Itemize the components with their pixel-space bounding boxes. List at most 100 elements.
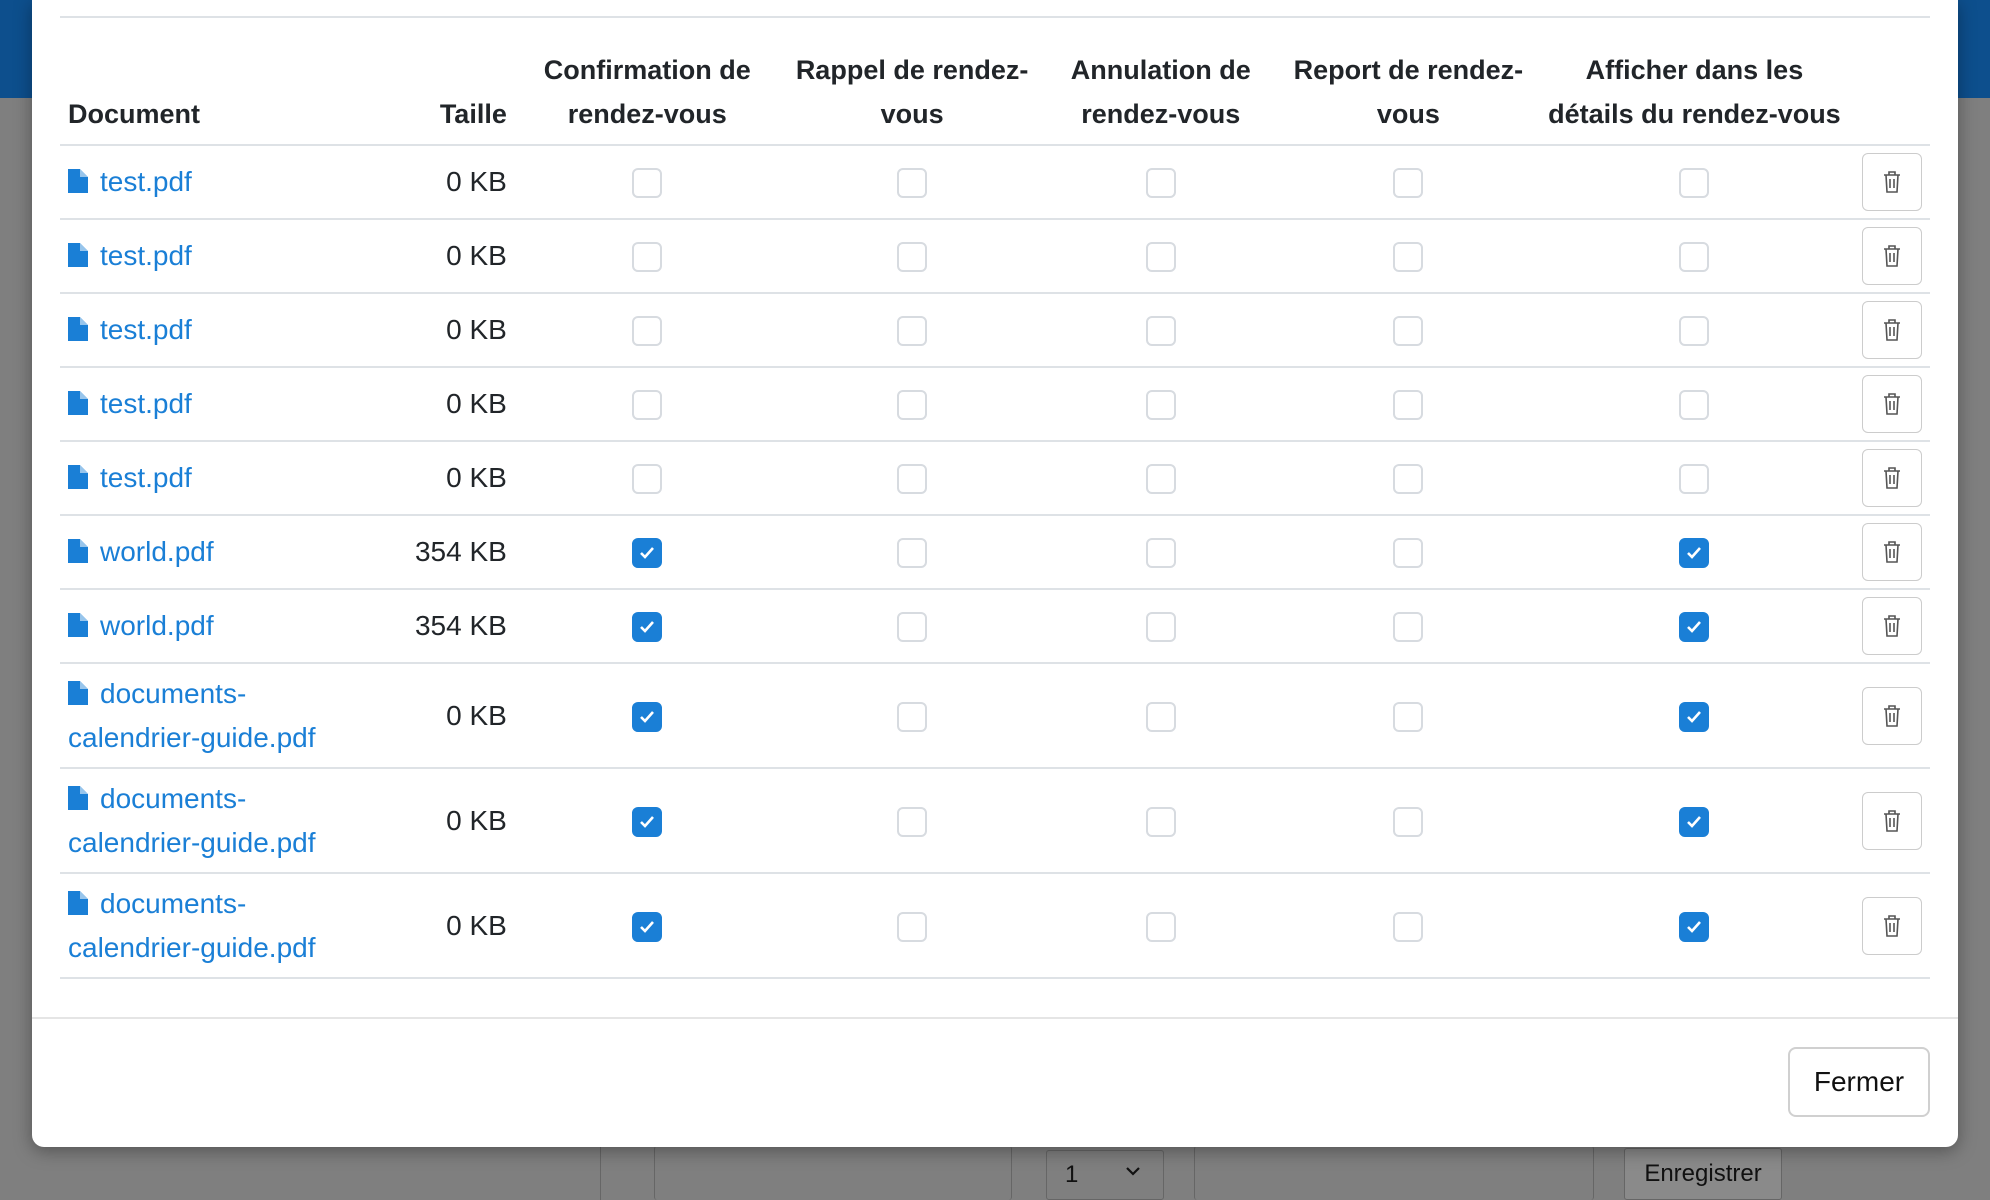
check-icon <box>640 710 655 723</box>
postponement-checkbox[interactable] <box>1393 168 1424 199</box>
actions-cell <box>1849 145 1930 220</box>
file-icon <box>68 613 88 637</box>
confirmation-checkbox[interactable] <box>632 806 663 837</box>
details-cell <box>1539 873 1850 979</box>
details-checkbox[interactable] <box>1679 242 1710 273</box>
document-name: world.pdf <box>100 610 214 641</box>
document-link[interactable]: world.pdf <box>68 536 214 567</box>
delete-button[interactable] <box>1862 375 1922 433</box>
save-button[interactable]: Enregistrer <box>1624 1148 1782 1200</box>
reminder-checkbox[interactable] <box>897 242 928 273</box>
reminder-cell <box>779 145 1045 220</box>
postponement-checkbox[interactable] <box>1393 242 1424 273</box>
details-checkbox[interactable] <box>1679 806 1710 837</box>
confirmation-cell <box>514 663 780 769</box>
file-icon <box>68 890 88 915</box>
background-input-2 <box>1194 1146 1594 1200</box>
delete-button[interactable] <box>1862 523 1922 581</box>
cancellation-checkbox[interactable] <box>1145 316 1176 347</box>
cancellation-cell <box>1044 441 1277 516</box>
reminder-checkbox[interactable] <box>897 701 928 732</box>
reminder-checkbox[interactable] <box>897 168 928 199</box>
confirmation-checkbox[interactable] <box>632 538 663 569</box>
details-checkbox[interactable] <box>1679 538 1710 569</box>
cancellation-checkbox[interactable] <box>1145 612 1176 643</box>
page-select[interactable]: 1 <box>1046 1150 1164 1200</box>
document-link[interactable]: test.pdf <box>68 462 192 493</box>
size-cell: 0 KB <box>363 663 515 769</box>
postponement-checkbox[interactable] <box>1393 612 1424 643</box>
size-cell: 354 KB <box>363 589 515 664</box>
document-link[interactable]: test.pdf <box>68 166 192 197</box>
confirmation-checkbox[interactable] <box>632 390 663 421</box>
document-link[interactable]: test.pdf <box>68 314 192 345</box>
cancellation-checkbox[interactable] <box>1145 538 1176 569</box>
reminder-checkbox[interactable] <box>897 464 928 495</box>
details-checkbox[interactable] <box>1679 612 1710 643</box>
reminder-checkbox[interactable] <box>897 538 928 569</box>
confirmation-checkbox[interactable] <box>632 316 663 347</box>
delete-button[interactable] <box>1862 301 1922 359</box>
details-checkbox[interactable] <box>1679 316 1710 347</box>
close-button[interactable]: Fermer <box>1788 1047 1930 1117</box>
postponement-checkbox[interactable] <box>1393 316 1424 347</box>
postponement-checkbox[interactable] <box>1393 464 1424 495</box>
reminder-checkbox[interactable] <box>897 390 928 421</box>
cancellation-checkbox[interactable] <box>1145 168 1176 199</box>
confirmation-cell <box>514 441 780 516</box>
document-link[interactable]: documents-calendrier-guide.pdf <box>68 888 316 963</box>
reminder-checkbox[interactable] <box>897 806 928 837</box>
size-cell: 0 KB <box>363 873 515 979</box>
document-cell: test.pdf <box>60 441 364 516</box>
size-cell: 354 KB <box>363 515 515 590</box>
cancellation-checkbox[interactable] <box>1145 242 1176 273</box>
document-link[interactable]: test.pdf <box>68 240 192 271</box>
delete-button[interactable] <box>1862 153 1922 211</box>
details-cell <box>1539 293 1850 368</box>
confirmation-checkbox[interactable] <box>632 168 663 199</box>
document-cell: documents-calendrier-guide.pdf <box>60 768 364 874</box>
size-cell: 0 KB <box>363 145 515 220</box>
details-checkbox[interactable] <box>1679 390 1710 421</box>
cancellation-checkbox[interactable] <box>1145 464 1176 495</box>
confirmation-checkbox[interactable] <box>632 242 663 273</box>
reminder-checkbox[interactable] <box>897 911 928 942</box>
delete-button[interactable] <box>1862 791 1922 850</box>
details-checkbox[interactable] <box>1679 911 1710 942</box>
reminder-checkbox[interactable] <box>897 316 928 347</box>
reminder-checkbox[interactable] <box>897 612 928 643</box>
delete-button[interactable] <box>1862 896 1922 955</box>
postponement-checkbox[interactable] <box>1393 701 1424 732</box>
confirmation-checkbox[interactable] <box>632 612 663 643</box>
table-header-row: Document Taille Confirmation de rendez-v… <box>60 48 1930 146</box>
postponement-checkbox[interactable] <box>1393 538 1424 569</box>
cancellation-checkbox[interactable] <box>1145 911 1176 942</box>
document-name: test.pdf <box>100 462 192 493</box>
trash-icon <box>1884 319 1900 341</box>
table-row: world.pdf 354 KB <box>60 515 1930 590</box>
document-link[interactable]: documents-calendrier-guide.pdf <box>68 783 316 858</box>
confirmation-checkbox[interactable] <box>632 701 663 732</box>
delete-button[interactable] <box>1862 597 1922 655</box>
document-link[interactable]: world.pdf <box>68 610 214 641</box>
actions-cell <box>1849 768 1930 874</box>
postponement-checkbox[interactable] <box>1393 390 1424 421</box>
details-checkbox[interactable] <box>1679 464 1710 495</box>
details-checkbox[interactable] <box>1679 701 1710 732</box>
cancellation-checkbox[interactable] <box>1145 806 1176 837</box>
documents-table: Document Taille Confirmation de rendez-v… <box>60 48 1930 979</box>
cancellation-checkbox[interactable] <box>1145 390 1176 421</box>
document-link[interactable]: test.pdf <box>68 388 192 419</box>
confirmation-checkbox[interactable] <box>632 911 663 942</box>
document-link[interactable]: documents-calendrier-guide.pdf <box>68 678 316 753</box>
postponement-cell <box>1276 293 1540 368</box>
delete-button[interactable] <box>1862 449 1922 507</box>
confirmation-checkbox[interactable] <box>632 464 663 495</box>
delete-button[interactable] <box>1862 686 1922 745</box>
postponement-checkbox[interactable] <box>1393 911 1424 942</box>
details-checkbox[interactable] <box>1679 168 1710 199</box>
delete-button[interactable] <box>1862 227 1922 285</box>
cancellation-checkbox[interactable] <box>1145 701 1176 732</box>
page-select-value: 1 <box>1065 1161 1079 1188</box>
postponement-checkbox[interactable] <box>1393 806 1424 837</box>
